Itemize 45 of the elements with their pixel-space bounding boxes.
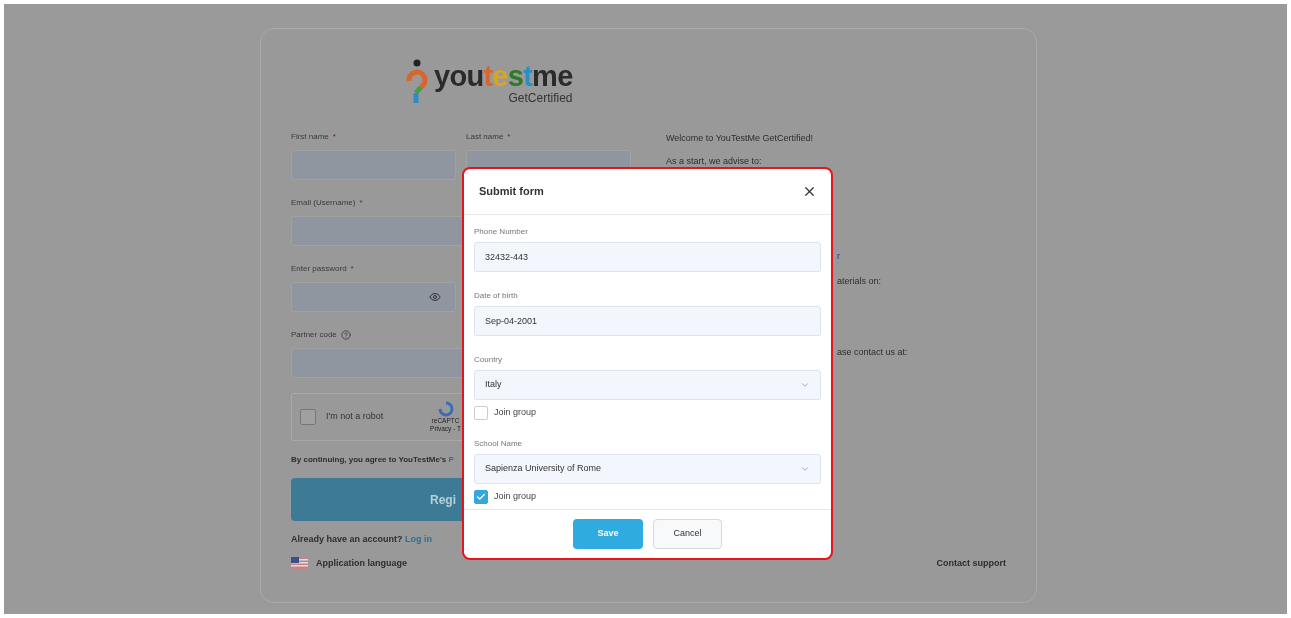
save-button[interactable]: Save <box>573 519 643 549</box>
field-label: Country <box>474 354 503 366</box>
info-text: ase contact us at: <box>837 347 908 358</box>
checkbox-label: Join group <box>494 490 537 504</box>
logo-tagline: GetCertified <box>508 91 573 105</box>
field-label: Last name <box>466 131 504 143</box>
dialog-title: Submit form <box>479 184 544 200</box>
field-label: Email (Username) <box>291 197 356 209</box>
chevron-down-icon <box>800 380 810 390</box>
close-icon[interactable] <box>802 184 817 199</box>
logo-wordmark: youtestme <box>434 61 573 91</box>
info-text: aterials on: <box>837 276 883 287</box>
recaptcha-icon <box>437 401 454 417</box>
field-label: Phone Number <box>474 226 529 238</box>
select-field[interactable]: Italy <box>474 370 821 400</box>
logo-icon <box>406 59 428 105</box>
select-field[interactable]: Sapienza University of Rome <box>474 454 821 484</box>
field-label: School Name <box>474 438 524 450</box>
checkbox[interactable] <box>300 409 316 425</box>
check-icon <box>476 492 486 502</box>
info-text: As a start, we advise to: <box>666 156 763 167</box>
captcha-label: I'm not a robot <box>326 410 385 424</box>
field-label: Enter password <box>291 263 347 275</box>
info-link[interactable]: r <box>837 251 908 262</box>
language-label[interactable]: Application language <box>316 556 407 570</box>
chevron-down-icon <box>800 464 810 474</box>
input-field[interactable]: Sep-04-2001 <box>474 306 821 336</box>
input-field[interactable] <box>291 282 456 312</box>
field-label: Date of birth <box>474 290 519 302</box>
checkbox[interactable] <box>474 406 488 420</box>
input-field[interactable]: 32432-443 <box>474 242 821 272</box>
eye-icon[interactable] <box>429 291 441 303</box>
field-label: First name <box>291 131 329 143</box>
required-mark: * <box>507 131 511 143</box>
cancel-button[interactable]: Cancel <box>653 519 722 549</box>
help-icon[interactable] <box>340 330 351 340</box>
required-mark: * <box>359 197 363 209</box>
required-mark: * <box>332 131 336 143</box>
us-flag-icon <box>291 557 308 570</box>
checkbox-label: Join group <box>494 406 537 420</box>
contact-support-link[interactable]: Contact support <box>936 556 1006 570</box>
field-label: Partner code <box>291 329 337 341</box>
required-mark: * <box>350 263 354 275</box>
checkbox[interactable] <box>474 490 488 504</box>
info-text: Welcome to YouTestMe GetCertified! <box>666 133 814 144</box>
